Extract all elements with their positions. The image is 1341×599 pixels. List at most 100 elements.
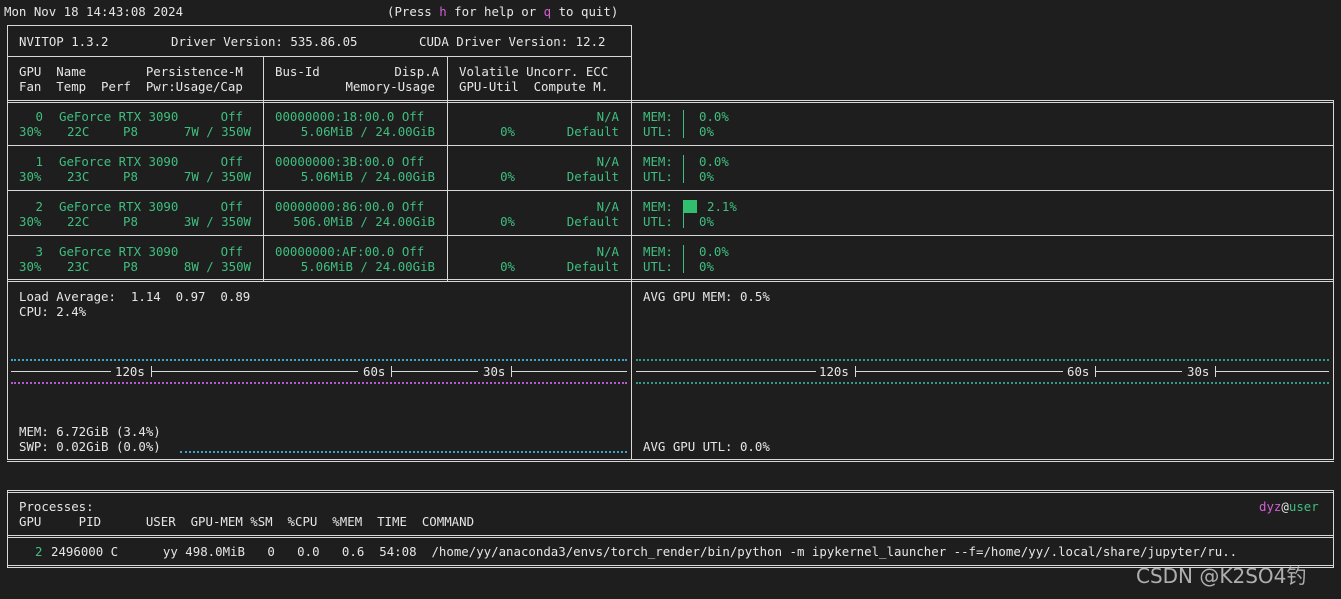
gpu-utl-label: UTL: bbox=[643, 214, 673, 229]
col-header-bus-2: Memory-Usage bbox=[345, 79, 435, 94]
gpu-index: 3 bbox=[35, 244, 43, 259]
gpu-persistence: Off bbox=[220, 199, 243, 214]
gpu-utl-value: 0% bbox=[699, 214, 714, 229]
gpu-util-history-line bbox=[636, 382, 1329, 384]
divider bbox=[447, 56, 448, 101]
avg-gpu-util: AVG GPU UTL: 0.0% bbox=[643, 439, 770, 454]
gpu-index: 0 bbox=[35, 109, 43, 124]
gpu-utl-label: UTL: bbox=[643, 259, 673, 274]
divider bbox=[1333, 282, 1334, 460]
gpu-meter-axis bbox=[683, 110, 684, 138]
time-label-30s: 30s bbox=[483, 364, 506, 379]
gpu-temp: 23C bbox=[67, 259, 90, 274]
processes-title: Processes: bbox=[19, 499, 94, 514]
time-label-120s: 120s bbox=[819, 364, 849, 379]
divider bbox=[7, 235, 1334, 236]
gpu-perf: P8 bbox=[123, 259, 138, 274]
gpu-persistence: Off bbox=[220, 154, 243, 169]
gpu-persistence: Off bbox=[220, 244, 243, 259]
gpu-fan: 30% bbox=[19, 124, 42, 139]
gpu-memory-usage: 5.06MiB / 24.00GiB bbox=[300, 124, 435, 139]
divider bbox=[7, 282, 8, 460]
gpu-mem-label: MEM: bbox=[643, 199, 673, 214]
time-label-60s: 60s bbox=[363, 364, 386, 379]
host-mem: MEM: 6.72GiB (3.4%) bbox=[19, 424, 161, 439]
nvitop-terminal: { "header": { "datetime": "Mon Nov 18 14… bbox=[0, 0, 1341, 599]
col-header-gpu-1: GPU Name Persistence-M bbox=[19, 64, 243, 79]
gpu-name: GeForce RTX 3090 bbox=[59, 199, 179, 214]
gpu-mem-label: MEM: bbox=[643, 154, 673, 169]
gpu-compute-mode: Default bbox=[566, 259, 619, 274]
process-gpu: 2 bbox=[35, 544, 43, 559]
mem-history-line bbox=[11, 382, 627, 384]
process-details: 2496000 C yy 498.0MiB 0 0.0 0.6 54:08 /h… bbox=[51, 544, 1238, 559]
time-label-120s: 120s bbox=[115, 364, 145, 379]
gpu-bus-id: 00000000:3B:00.0 Off bbox=[275, 154, 425, 169]
gpu-compute-mode: Default bbox=[566, 169, 619, 184]
gpu-utl-value: 0% bbox=[699, 169, 714, 184]
gpu-mem-history-line bbox=[636, 359, 1329, 361]
gpu-power: 8W / 350W bbox=[183, 259, 251, 274]
gpu-mem-value: 2.1% bbox=[707, 199, 737, 214]
gpu-index: 1 bbox=[35, 154, 43, 169]
gpu-compute-mode: Default bbox=[566, 124, 619, 139]
cpu-history-line bbox=[11, 359, 627, 361]
gpu-perf: P8 bbox=[123, 214, 138, 229]
gpu-bus-id: 00000000:18:00.0 Off bbox=[275, 109, 425, 124]
nvitop-version: NVITOP 1.3.2 bbox=[19, 34, 109, 49]
col-header-util-2: GPU-Util Compute M. bbox=[459, 79, 609, 94]
gpu-utl-label: UTL: bbox=[643, 169, 673, 184]
time-axis bbox=[856, 371, 1063, 372]
user-at-host: dyz@user bbox=[1259, 499, 1319, 514]
divider bbox=[7, 56, 632, 57]
processes-header-divider bbox=[7, 535, 1334, 538]
divider bbox=[631, 282, 632, 460]
gpu-persistence: Off bbox=[220, 109, 243, 124]
gpu-mem-value: 0.0% bbox=[699, 109, 729, 124]
time-axis bbox=[636, 371, 816, 372]
gpu-perf: P8 bbox=[123, 124, 138, 139]
watermark: CSDN @K2SO4钓 bbox=[1136, 564, 1307, 588]
host-panel-bottom bbox=[7, 459, 1334, 462]
gpu-index: 2 bbox=[35, 199, 43, 214]
gpu-ecc: N/A bbox=[596, 244, 619, 259]
time-label-30s: 30s bbox=[1187, 364, 1210, 379]
gpu-mem-bar bbox=[684, 200, 697, 213]
help-hint: (Press h for help or q to quit) bbox=[387, 4, 619, 19]
gpu-fan: 30% bbox=[19, 214, 42, 229]
time-axis bbox=[512, 371, 627, 372]
process-table-header: GPU PID USER GPU-MEM %SM %CPU %MEM TIME … bbox=[19, 514, 475, 529]
divider bbox=[7, 190, 1334, 191]
divider bbox=[7, 145, 1334, 146]
col-header-gpu-2: Fan Temp Perf Pwr:Usage/Cap bbox=[19, 79, 243, 94]
col-header-bus-1: Bus-Id Disp.A bbox=[275, 64, 440, 79]
gpu-temp: 22C bbox=[67, 124, 90, 139]
processes-panel-bottom bbox=[7, 565, 1334, 568]
gpu-memory-usage: 5.06MiB / 24.00GiB bbox=[300, 169, 435, 184]
time-axis bbox=[152, 371, 358, 372]
divider bbox=[263, 56, 264, 101]
gpu-name: GeForce RTX 3090 bbox=[59, 109, 179, 124]
cpu-usage: CPU: 2.4% bbox=[19, 304, 87, 319]
time-axis bbox=[392, 371, 478, 372]
gpu-temp: 22C bbox=[67, 214, 90, 229]
gpu-name: GeForce RTX 3090 bbox=[59, 244, 179, 259]
gpu-ecc: N/A bbox=[596, 199, 619, 214]
gpu-utl-value: 0% bbox=[699, 259, 714, 274]
gpu-power: 7W / 350W bbox=[183, 169, 251, 184]
time-axis bbox=[11, 371, 111, 372]
help-key[interactable]: h bbox=[439, 4, 446, 19]
gpu-mem-label: MEM: bbox=[643, 109, 673, 124]
gpu-mem-value: 0.0% bbox=[699, 154, 729, 169]
gpu-ecc: N/A bbox=[596, 154, 619, 169]
gpu-compute-mode: Default bbox=[566, 214, 619, 229]
gpu-meter-axis bbox=[683, 245, 684, 273]
swap-history-line bbox=[180, 451, 627, 453]
gpu-utl-label: UTL: bbox=[643, 124, 673, 139]
gpu-ecc: N/A bbox=[596, 109, 619, 124]
gpu-table-bottom bbox=[7, 279, 1334, 282]
processes-panel-top bbox=[7, 490, 1334, 493]
gpu-fan: 30% bbox=[19, 259, 42, 274]
col-header-util-1: Volatile Uncorr. ECC bbox=[459, 64, 609, 79]
gpu-table-top bbox=[7, 100, 1334, 103]
